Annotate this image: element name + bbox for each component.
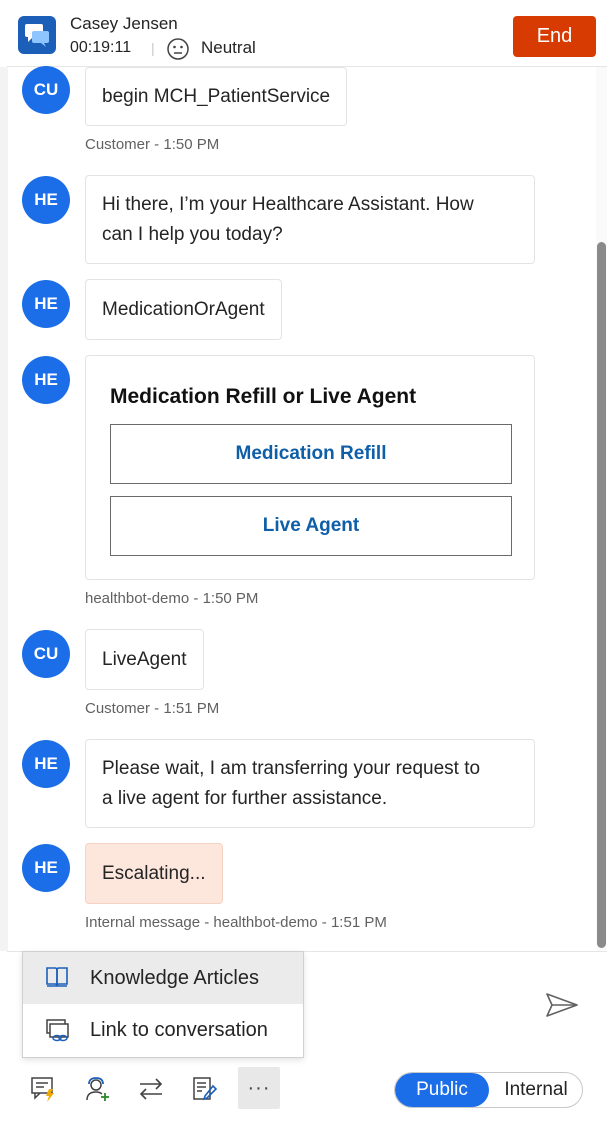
live-agent-button[interactable]: Live Agent xyxy=(110,496,512,556)
card-title: Medication Refill or Live Agent xyxy=(110,385,417,408)
message-text-line: Hi there, I’m your Healthcare Assistant.… xyxy=(102,194,474,215)
menu-item-knowledge-articles[interactable]: Knowledge Articles xyxy=(23,952,303,1004)
medication-refill-button[interactable]: Medication Refill xyxy=(110,424,512,484)
message-bubble: Please wait, I am transferring your requ… xyxy=(85,739,535,828)
message-text: LiveAgent xyxy=(102,649,187,670)
message-meta: Customer - 1:50 PM xyxy=(85,136,220,153)
conversation-timer: 00:19:11 xyxy=(70,39,132,56)
message-bubble: begin MCH_PatientService xyxy=(85,67,348,126)
avatar: HE xyxy=(22,740,70,788)
internal-message-bubble: Escalating... xyxy=(85,843,223,904)
send-icon[interactable] xyxy=(545,992,579,1023)
contact-name: Casey Jensen xyxy=(70,14,178,33)
menu-item-label: Link to conversation xyxy=(90,1018,268,1041)
message-bubble: MedicationOrAgent xyxy=(85,279,282,340)
notes-icon[interactable] xyxy=(191,1075,221,1105)
message-bubble: Hi there, I’m your Healthcare Assistant.… xyxy=(85,175,535,264)
message-meta: healthbot-demo - 1:50 PM xyxy=(85,590,259,607)
header-separator: | xyxy=(151,40,155,56)
sentiment-label: Neutral xyxy=(201,38,256,57)
link-conversation-icon xyxy=(45,1018,71,1049)
message-text: MedicationOrAgent xyxy=(102,299,265,320)
message-text: Escalating... xyxy=(102,863,206,884)
avatar: HE xyxy=(22,176,70,224)
public-internal-toggle: Public Internal xyxy=(394,1072,583,1108)
avatar: HE xyxy=(22,356,70,404)
avatar: CU xyxy=(22,66,70,114)
adaptive-card: Medication Refill or Live Agent Medicati… xyxy=(85,355,535,580)
chat-bubbles-icon xyxy=(18,16,56,54)
message-bubble: LiveAgent xyxy=(85,629,204,690)
internal-mode-button[interactable]: Internal xyxy=(489,1073,582,1107)
end-conversation-button[interactable]: End xyxy=(513,16,596,57)
conversation-header: Casey Jensen 00:19:11 | Neutral End xyxy=(7,0,607,67)
message-text-line: a live agent for further assistance. xyxy=(102,788,388,809)
message-text-line: Please wait, I am transferring your requ… xyxy=(102,758,481,779)
message-meta: Internal message - healthbot-demo - 1:51… xyxy=(85,914,387,931)
message-meta: Customer - 1:51 PM xyxy=(85,700,220,717)
avatar: CU xyxy=(22,630,70,678)
public-mode-button[interactable]: Public xyxy=(395,1073,489,1107)
message-text-line: can I help you today? xyxy=(102,224,283,245)
avatar: HE xyxy=(22,844,70,892)
menu-item-link-to-conversation[interactable]: Link to conversation xyxy=(23,1004,303,1056)
more-options-menu: Knowledge Articles Link to conversation xyxy=(22,951,304,1058)
more-options-button[interactable]: ··· xyxy=(238,1067,280,1109)
menu-item-label: Knowledge Articles xyxy=(90,966,259,989)
neutral-face-icon xyxy=(166,37,190,66)
consult-agent-icon[interactable] xyxy=(84,1075,114,1105)
message-text: begin MCH_PatientService xyxy=(102,86,331,107)
scrollbar-thumb[interactable] xyxy=(597,242,606,948)
left-panel-edge xyxy=(0,67,8,951)
quick-replies-icon[interactable] xyxy=(30,1075,60,1105)
book-icon xyxy=(45,966,69,993)
transfer-icon[interactable] xyxy=(137,1075,167,1105)
avatar: HE xyxy=(22,280,70,328)
